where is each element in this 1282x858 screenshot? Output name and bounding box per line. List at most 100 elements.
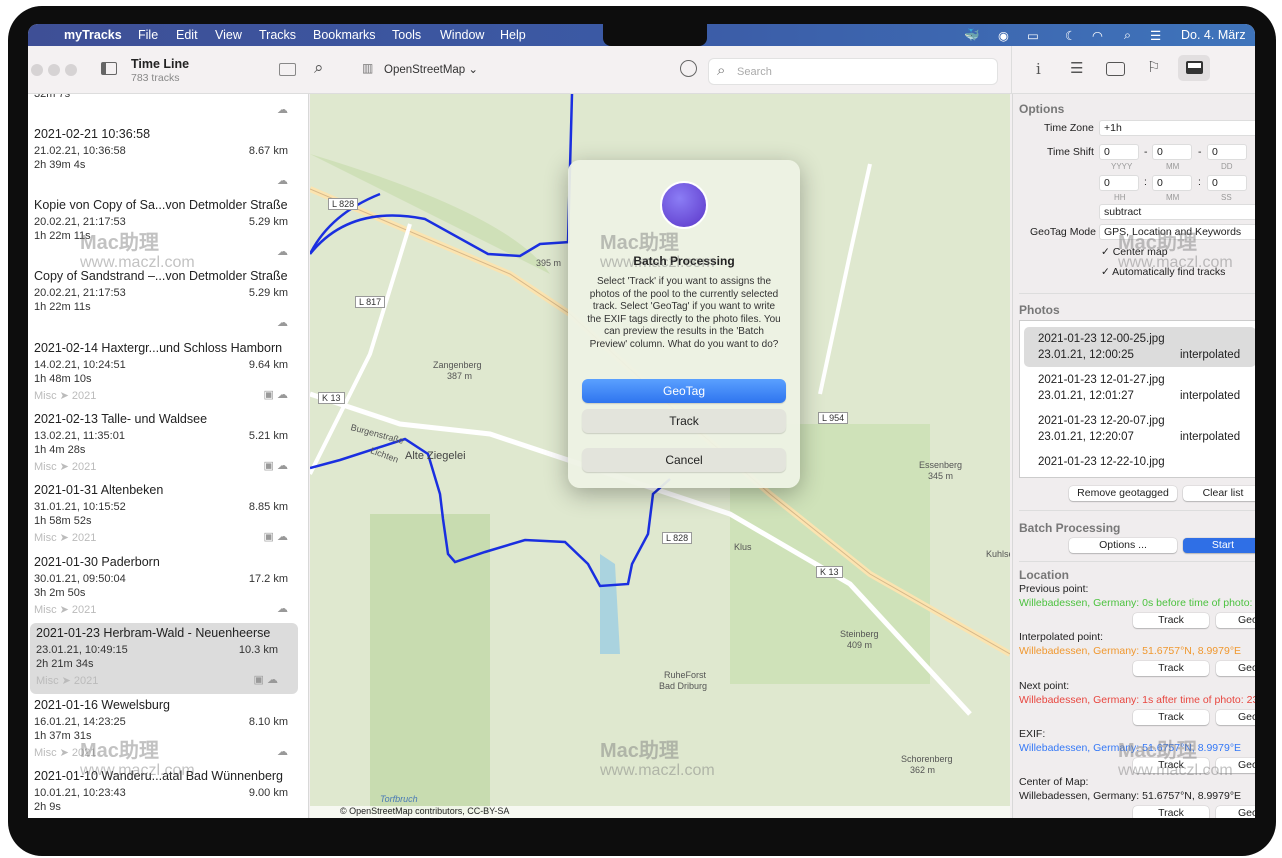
track-button[interactable]: Track bbox=[1133, 709, 1209, 725]
control-center-icon[interactable]: ☰ bbox=[1150, 28, 1161, 43]
close-button[interactable] bbox=[31, 64, 43, 76]
geotag-button[interactable]: Geo bbox=[1216, 757, 1255, 773]
search-icon[interactable]: ⌕ bbox=[314, 58, 324, 78]
track-title: 2021-02-21 10:36:58 bbox=[34, 127, 151, 141]
menu-help[interactable]: Help bbox=[500, 28, 526, 42]
menu-file[interactable]: File bbox=[138, 28, 158, 42]
track-category: Misc ➤ 2021 bbox=[34, 532, 97, 544]
minute-field[interactable]: 0 bbox=[1152, 175, 1192, 191]
menu-view[interactable]: View bbox=[215, 28, 242, 42]
sidebar-title: Time Line bbox=[131, 57, 190, 71]
folder-icon[interactable] bbox=[279, 63, 296, 76]
track-list-item[interactable]: 2021-01-10 Wanderu...atal Bad Wünnenberg… bbox=[28, 766, 308, 818]
minimize-button[interactable] bbox=[48, 64, 60, 76]
user-icon[interactable]: ◉ bbox=[998, 28, 1009, 43]
time-zone-field[interactable]: +1h bbox=[1099, 120, 1255, 136]
moon-icon[interactable]: ☾ bbox=[1065, 28, 1076, 43]
track-list-item[interactable]: 2021-01-16 Wewelsburg 16.01.21, 14:23:25 8… bbox=[28, 695, 308, 766]
track-button[interactable]: Track bbox=[582, 409, 786, 433]
track-distance: 9.00 km bbox=[248, 787, 288, 799]
track-category: Misc ➤ 2021 bbox=[34, 390, 97, 402]
inspector-panel: Options Time Zone +1h Time Shift 0 - 0 -… bbox=[1012, 94, 1255, 818]
track-list-item[interactable]: Kopie von Copy of Sa...von Detmolder Str… bbox=[28, 195, 308, 266]
geotag-button[interactable]: GeoTag bbox=[582, 379, 786, 403]
photo-status: interpolated bbox=[1180, 349, 1241, 361]
auto-find-tracks-checkbox[interactable]: ✓ Automatically find tracks bbox=[1101, 266, 1225, 278]
elevation-label: 409 m bbox=[847, 640, 873, 650]
track-list-item[interactable]: 2021-01-23 Herbram-Wald - Neuenheerse 23.… bbox=[30, 623, 298, 694]
remove-geotagged-button[interactable]: Remove geotagged bbox=[1069, 486, 1177, 501]
hour-field[interactable]: 0 bbox=[1099, 175, 1139, 191]
menu-bookmarks[interactable]: Bookmarks bbox=[313, 28, 376, 42]
list-icon[interactable]: ☰ bbox=[1070, 59, 1083, 77]
flag-icon[interactable]: ⚐ bbox=[1147, 58, 1160, 76]
track-list-item[interactable]: 2021-01-31 Altenbeken 31.01.21, 10:15:52 8… bbox=[28, 480, 308, 551]
shift-direction-select[interactable]: subtract bbox=[1099, 204, 1255, 220]
photo-list-item[interactable]: 2021-01-23 12-22-10.jpg bbox=[1024, 450, 1255, 490]
info-icon[interactable]: i bbox=[1036, 60, 1041, 78]
map-icon[interactable]: ▥ bbox=[362, 61, 373, 75]
location-off-icon[interactable] bbox=[680, 60, 697, 77]
track-list-item[interactable]: 32m 7s ☁ bbox=[28, 94, 308, 124]
month-caption: MM bbox=[1166, 162, 1180, 171]
menu-window[interactable]: Window bbox=[440, 28, 484, 42]
camera-icon[interactable] bbox=[1106, 62, 1125, 76]
geotag-mode-select[interactable]: GPS, Location and Keywords bbox=[1099, 224, 1255, 240]
track-list-item[interactable]: 2021-01-30 Paderborn 30.01.21, 09:50:04 17… bbox=[28, 552, 308, 623]
menu-edit[interactable]: Edit bbox=[176, 28, 198, 42]
zoom-button[interactable] bbox=[65, 64, 77, 76]
track-distance: 8.85 km bbox=[248, 501, 288, 513]
track-list-item[interactable]: 2021-02-14 Haxtergr...und Schloss Hambor… bbox=[28, 338, 308, 409]
search-input[interactable]: ⌕ Search bbox=[708, 58, 998, 85]
geotag-button[interactable]: Geo bbox=[1216, 613, 1255, 628]
menu-tools[interactable]: Tools bbox=[392, 28, 421, 42]
map-attribution[interactable]: © OpenStreetMap contributors, CC-BY-SA bbox=[310, 806, 1010, 818]
track-duration: 1h 4m 28s bbox=[34, 444, 86, 456]
track-list-item[interactable]: 2021-02-21 10:36:58 21.02.21, 10:36:58 8.6… bbox=[28, 124, 308, 195]
track-button[interactable]: Track bbox=[1133, 661, 1209, 677]
batch-options-button[interactable]: Options ... bbox=[1069, 538, 1177, 553]
second-caption: SS bbox=[1221, 193, 1232, 202]
app-menu[interactable]: myTracks bbox=[64, 28, 122, 42]
year-field[interactable]: 0 bbox=[1099, 144, 1139, 160]
photos-tab[interactable] bbox=[1178, 55, 1210, 81]
geotag-button[interactable]: Geo bbox=[1216, 806, 1255, 818]
map-style-dropdown[interactable]: OpenStreetMap ⌄ bbox=[384, 62, 478, 76]
checkmark-icon: ✓ bbox=[1101, 266, 1113, 278]
cancel-button[interactable]: Cancel bbox=[582, 448, 786, 472]
track-category: Misc ➤ 2021 bbox=[34, 747, 97, 759]
photo-list-item[interactable]: 2021-01-23 12-01-27.jpg 23.01.21, 12:01:… bbox=[1024, 368, 1255, 408]
second-field[interactable]: 0 bbox=[1207, 175, 1247, 191]
track-button[interactable]: Track bbox=[1133, 613, 1209, 628]
track-distance: 8.10 km bbox=[248, 716, 288, 728]
geotag-button[interactable]: Geo bbox=[1216, 661, 1255, 677]
center-map-checkbox[interactable]: ✓ Center map bbox=[1101, 246, 1168, 258]
spotlight-icon[interactable]: ⌕ bbox=[1124, 28, 1131, 43]
photo-list[interactable]: 2021-01-23 12-00-25.jpg 23.01.21, 12:00:… bbox=[1019, 320, 1255, 478]
location-point-label: EXIF: bbox=[1019, 727, 1046, 740]
clock[interactable]: Do. 4. März bbox=[1181, 28, 1246, 42]
track-date: 10.01.21, 10:23:43 bbox=[34, 787, 126, 799]
month-field[interactable]: 0 bbox=[1152, 144, 1192, 160]
photo-name: 2021-01-23 12-00-25.jpg bbox=[1038, 333, 1165, 345]
day-field[interactable]: 0 bbox=[1207, 144, 1247, 160]
geotag-button[interactable]: Geo bbox=[1216, 709, 1255, 725]
track-list-item[interactable]: Copy of Sandstrand –...von Detmolder Str… bbox=[28, 266, 308, 337]
track-list[interactable]: 32m 7s ☁ 2021-02-21 10:36:58 21.02.21, 10:3… bbox=[28, 94, 309, 818]
battery-icon[interactable]: ▭ bbox=[1027, 28, 1039, 43]
sidebar-toggle-icon[interactable] bbox=[101, 62, 117, 75]
clear-list-button[interactable]: Clear list bbox=[1183, 486, 1255, 501]
map-view[interactable]: L 828 L 817 K 13 Burgenstraße Alte Ziege… bbox=[310, 94, 1010, 818]
track-duration: 1h 58m 52s bbox=[34, 515, 92, 527]
track-button[interactable]: Track bbox=[1133, 806, 1209, 818]
photo-list-item[interactable]: 2021-01-23 12-20-07.jpg 23.01.21, 12:20:… bbox=[1024, 409, 1255, 449]
photo-list-item[interactable]: 2021-01-23 12-00-25.jpg 23.01.21, 12:00:… bbox=[1024, 327, 1255, 367]
track-list-item[interactable]: 2021-02-13 Talle- und Waldsee 13.02.21, 1… bbox=[28, 409, 308, 480]
track-button[interactable]: Track bbox=[1133, 757, 1209, 773]
docker-icon[interactable]: 🐳 bbox=[964, 28, 980, 43]
menu-tracks[interactable]: Tracks bbox=[259, 28, 296, 42]
checkmark-icon: ✓ bbox=[1101, 246, 1113, 258]
track-title: Kopie von Copy of Sa...von Detmolder Str… bbox=[34, 198, 288, 212]
wifi-icon[interactable]: ◠ bbox=[1092, 28, 1103, 43]
start-button[interactable]: Start bbox=[1183, 538, 1255, 553]
